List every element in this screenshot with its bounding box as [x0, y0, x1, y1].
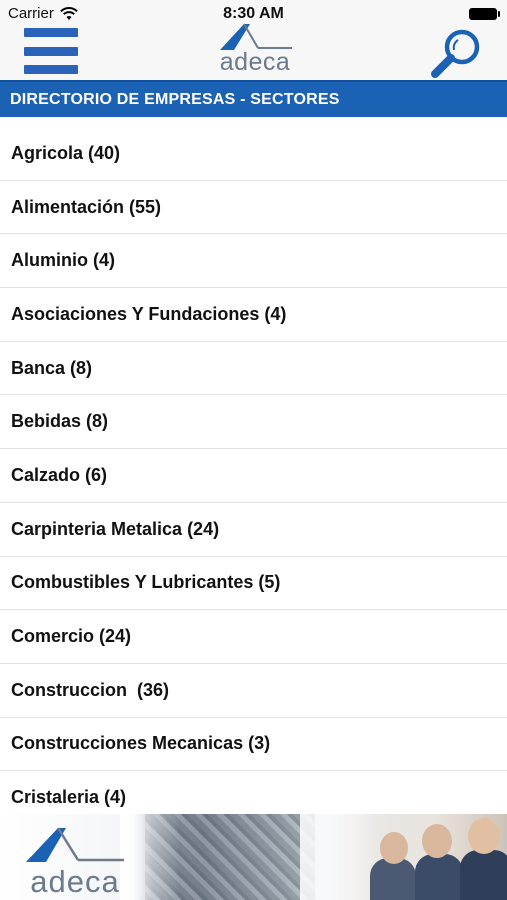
- person-shape: [422, 824, 452, 858]
- list-item[interactable]: Alimentación (55): [0, 180, 507, 235]
- list-item-label: Construccion (36): [11, 679, 170, 700]
- list-item[interactable]: Agricola (40): [0, 127, 507, 181]
- list-item-label: Carpinteria Metalica (24): [11, 518, 220, 539]
- battery-icon: [469, 8, 500, 20]
- list-item[interactable]: Banca (8): [0, 341, 507, 396]
- business-people-image: [300, 814, 507, 900]
- list-item[interactable]: Asociaciones Y Fundaciones (4): [0, 288, 507, 342]
- list-item-label: Alimentación (55): [11, 196, 162, 217]
- list-item[interactable]: Aluminio (4): [0, 234, 507, 289]
- list-item-label: Aluminio (4): [11, 250, 115, 271]
- section-title: DIRECTORIO DE EMPRESAS - SECTORES: [10, 91, 340, 108]
- logo-text: adeca: [219, 48, 291, 76]
- list-item[interactable]: Calzado (6): [0, 449, 507, 503]
- menu-bar-line: [24, 28, 78, 37]
- list-item-label: Bebidas (8): [11, 411, 109, 432]
- person-shape: [370, 858, 416, 900]
- sector-list: Agricola (40) Alimentación (55) Aluminio…: [0, 127, 507, 825]
- person-shape: [380, 832, 408, 864]
- logo-text: adeca: [30, 864, 120, 899]
- person-shape: [460, 850, 507, 900]
- search-icon[interactable]: [428, 28, 486, 80]
- logo-mark-icon: [26, 827, 124, 862]
- menu-bar-line: [24, 46, 78, 56]
- list-item-label: Construcciones Mecanicas (3): [11, 733, 271, 754]
- list-item-label: Combustibles Y Lubricantes (5): [11, 572, 281, 593]
- section-header: DIRECTORIO DE EMPRESAS - SECTORES: [0, 80, 507, 117]
- menu-bar-line: [24, 65, 78, 74]
- list-item-label: Calzado (6): [11, 464, 108, 485]
- list-item[interactable]: Construccion (36): [0, 663, 507, 718]
- footer-banner: adeca: [0, 814, 507, 900]
- nav-bar: adeca: [0, 23, 507, 80]
- person-shape: [415, 854, 463, 900]
- footer-adeca-logo: adeca: [20, 822, 130, 900]
- list-item-label: Asociaciones Y Fundaciones (4): [11, 303, 287, 324]
- adeca-logo: adeca: [214, 20, 296, 76]
- list-item-label: Agricola (40): [11, 142, 121, 163]
- list-item[interactable]: Combustibles Y Lubricantes (5): [0, 556, 507, 611]
- list-item[interactable]: Carpinteria Metalica (24): [0, 502, 507, 557]
- list-item[interactable]: Bebidas (8): [0, 395, 507, 450]
- hamburger-menu-icon[interactable]: [24, 28, 78, 74]
- list-item-label: Banca (8): [11, 357, 93, 378]
- list-item-label: Comercio (24): [11, 626, 132, 647]
- person-shape: [468, 818, 500, 854]
- list-item[interactable]: Comercio (24): [0, 610, 507, 664]
- list-item[interactable]: Construcciones Mecanicas (3): [0, 717, 507, 772]
- list-item-label: Cristaleria (4): [11, 787, 127, 808]
